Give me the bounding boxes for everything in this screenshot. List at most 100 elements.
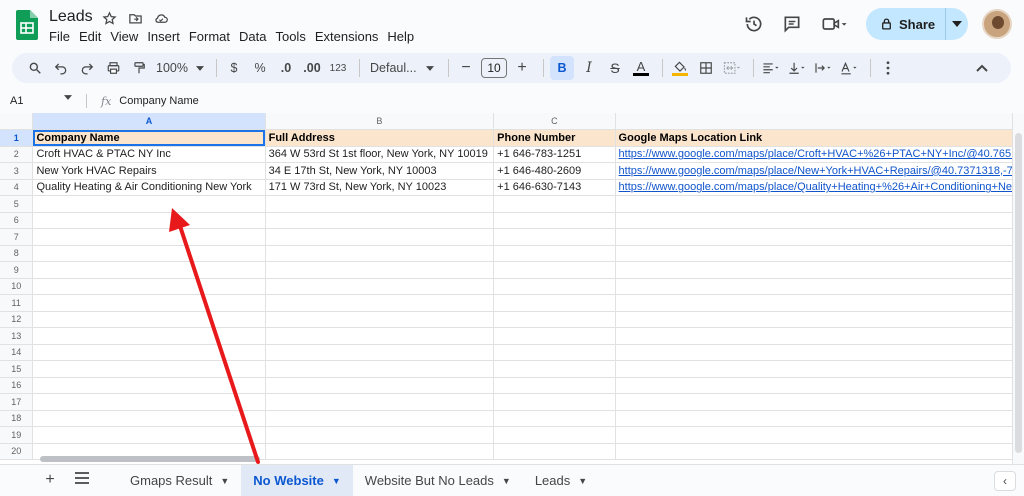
cell[interactable]: Company Name (32, 129, 266, 147)
menu-data[interactable]: Data (239, 29, 272, 44)
cell[interactable]: New York HVAC Repairs (32, 162, 266, 180)
row-header[interactable]: 2 (0, 146, 34, 163)
cell[interactable] (265, 294, 495, 312)
cell[interactable] (265, 377, 495, 394)
document-title[interactable]: Leads (49, 8, 93, 26)
row-header[interactable]: 12 (0, 311, 34, 328)
cell[interactable]: 171 W 73rd St, New York, NY 10023 (265, 179, 495, 196)
cell[interactable] (493, 311, 616, 328)
menu-format[interactable]: Format (189, 29, 236, 44)
cell[interactable] (615, 195, 1024, 213)
borders-icon[interactable] (695, 56, 717, 80)
cell[interactable] (32, 311, 266, 328)
row-header[interactable]: 17 (0, 393, 34, 411)
cell[interactable] (493, 212, 616, 229)
cell[interactable] (493, 360, 616, 378)
cell[interactable] (265, 261, 495, 279)
increase-font-size-button[interactable]: + (511, 56, 533, 80)
cell[interactable] (615, 393, 1024, 411)
cell[interactable] (32, 360, 266, 378)
search-menus-icon[interactable] (24, 56, 46, 80)
row-header[interactable]: 20 (0, 443, 34, 460)
formula-input[interactable]: Company Name (119, 95, 198, 107)
chevron-down-icon[interactable]: ▼ (502, 476, 511, 486)
row-header[interactable]: 16 (0, 377, 34, 394)
text-rotation-icon[interactable] (838, 56, 860, 80)
cell[interactable] (493, 294, 616, 312)
cell[interactable] (615, 245, 1024, 262)
cell[interactable]: Google Maps Location Link (615, 129, 1024, 147)
chevron-down-icon[interactable]: ▼ (220, 476, 229, 486)
cell[interactable] (265, 228, 495, 246)
menu-file[interactable]: File (49, 29, 76, 44)
font-select[interactable]: Defaul... (366, 56, 438, 80)
menu-extensions[interactable]: Extensions (315, 29, 385, 44)
collapse-toolbar-icon[interactable] (971, 56, 993, 80)
share-button[interactable]: Share (866, 8, 968, 40)
cell[interactable] (32, 344, 266, 361)
zoom-select[interactable]: 100% (154, 56, 206, 80)
cell[interactable]: 364 W 53rd St 1st floor, New York, NY 10… (265, 146, 495, 163)
cell[interactable] (493, 261, 616, 279)
cell[interactable] (265, 195, 495, 213)
cell[interactable] (493, 228, 616, 246)
row-header[interactable]: 1 (0, 129, 34, 147)
cell[interactable] (32, 278, 266, 295)
vertical-scroll-thumb[interactable] (1015, 133, 1022, 453)
cell[interactable] (265, 360, 495, 378)
add-sheet-icon[interactable]: + (34, 471, 66, 489)
cell[interactable]: +1 646-630-7143 (493, 179, 616, 196)
cell[interactable] (615, 344, 1024, 361)
comments-icon[interactable] (780, 12, 804, 36)
cell[interactable] (265, 278, 495, 295)
more-formats-button[interactable]: 123 (327, 56, 349, 80)
avatar[interactable] (982, 9, 1012, 39)
folder-move-icon[interactable] (126, 9, 144, 27)
column-header-d[interactable] (615, 113, 1024, 130)
select-all-corner[interactable] (0, 113, 34, 130)
cell[interactable]: Croft HVAC & PTAC NY Inc (32, 146, 266, 163)
cell[interactable] (615, 228, 1024, 246)
vertical-align-icon[interactable] (786, 56, 808, 80)
cell[interactable] (32, 393, 266, 411)
cell[interactable] (615, 311, 1024, 328)
italic-button[interactable]: I (578, 56, 600, 80)
column-header-c[interactable]: C (493, 113, 616, 130)
merge-cells-icon[interactable] (721, 56, 743, 80)
sheet-tab[interactable]: Leads ▼ (523, 465, 599, 496)
decrease-font-size-button[interactable]: − (455, 56, 477, 80)
fill-color-icon[interactable] (669, 56, 691, 80)
increase-decimal-button[interactable]: .00 (301, 56, 323, 80)
cell[interactable]: https://www.google.com/maps/place/Croft+… (615, 146, 1024, 163)
vertical-scrollbar[interactable] (1012, 113, 1024, 464)
all-sheets-icon[interactable] (66, 471, 98, 489)
cell[interactable]: https://www.google.com/maps/place/New+Yo… (615, 162, 1024, 180)
row-header[interactable]: 19 (0, 426, 34, 444)
cell[interactable] (32, 410, 266, 427)
cell[interactable] (615, 327, 1024, 345)
cell[interactable] (615, 410, 1024, 427)
cell[interactable] (32, 261, 266, 279)
cell[interactable] (615, 360, 1024, 378)
cell[interactable] (32, 377, 266, 394)
cell[interactable] (265, 393, 495, 411)
row-header[interactable]: 3 (0, 162, 34, 180)
cell[interactable] (493, 393, 616, 411)
row-header[interactable]: 4 (0, 179, 34, 196)
cell[interactable] (615, 261, 1024, 279)
row-header[interactable]: 14 (0, 344, 34, 361)
cell[interactable] (493, 245, 616, 262)
horizontal-scroll-thumb[interactable] (40, 456, 260, 462)
undo-icon[interactable] (50, 56, 72, 80)
row-header[interactable]: 15 (0, 360, 34, 378)
cell[interactable] (493, 377, 616, 394)
cell[interactable] (265, 245, 495, 262)
column-header-b[interactable]: B (265, 113, 495, 130)
cloud-saved-icon[interactable] (152, 9, 170, 27)
cell[interactable] (493, 278, 616, 295)
cell[interactable] (32, 212, 266, 229)
text-wrapping-icon[interactable] (812, 56, 834, 80)
menu-insert[interactable]: Insert (147, 29, 186, 44)
cell[interactable] (265, 311, 495, 328)
menu-help[interactable]: Help (387, 29, 420, 44)
